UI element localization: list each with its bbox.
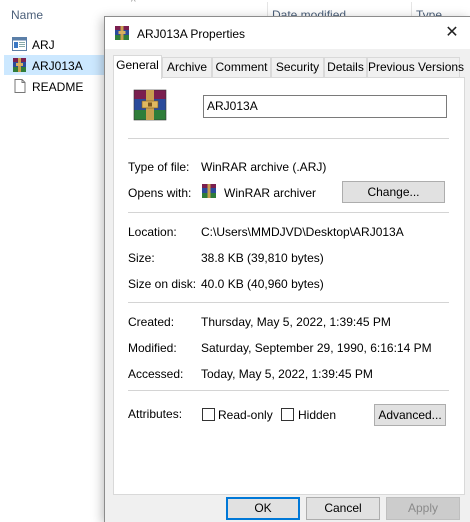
apply-button[interactable]: Apply	[386, 497, 460, 520]
attributes-label: Attributes:	[128, 407, 183, 421]
accessed-label: Accessed:	[128, 367, 184, 381]
hidden-label[interactable]: Hidden	[298, 408, 336, 422]
ok-button[interactable]: OK	[226, 497, 300, 520]
size-label: Size:	[128, 251, 155, 265]
filename-input[interactable]: ARJ013A	[203, 95, 447, 118]
blank-document-icon	[14, 79, 26, 93]
type-of-file-label: Type of file:	[128, 160, 190, 174]
size-on-disk-label: Size on disk:	[128, 277, 197, 291]
file-item-readme[interactable]: README	[4, 76, 104, 96]
window-file-icon	[12, 37, 27, 51]
type-of-file-value: WinRAR archive (.ARJ)	[201, 160, 327, 174]
created-label: Created:	[128, 315, 175, 329]
readonly-label[interactable]: Read-only	[218, 408, 273, 422]
close-button[interactable]: ✕	[437, 20, 467, 46]
tab-general[interactable]: General	[113, 55, 162, 79]
hidden-checkbox[interactable]	[281, 408, 294, 421]
general-tab-panel: ARJ013A Type of file: WinRAR archive (.A…	[113, 77, 465, 495]
file-item-arj013a[interactable]: ARJ013A	[4, 55, 104, 75]
created-value: Thursday, May 5, 2022, 1:39:45 PM	[201, 315, 391, 329]
tab-comment[interactable]: Comment	[212, 57, 271, 77]
modified-value: Saturday, September 29, 1990, 6:16:14 PM	[201, 341, 432, 355]
location-value: C:\Users\MMDJVD\Desktop\ARJ013A	[201, 225, 404, 239]
accessed-value: Today, May 5, 2022, 1:39:45 PM	[201, 367, 373, 381]
winrar-archive-icon	[115, 26, 129, 40]
location-label: Location:	[128, 225, 177, 239]
divider	[128, 302, 449, 303]
divider	[128, 138, 449, 139]
opens-with-value: WinRAR archiver	[224, 186, 317, 200]
file-label: ARJ013A	[32, 59, 83, 73]
winrar-archive-large-icon	[133, 89, 167, 121]
sort-up-icon: ^	[131, 0, 136, 8]
size-on-disk-value: 40.0 KB (40,960 bytes)	[201, 277, 324, 291]
tab-archive[interactable]: Archive	[162, 57, 212, 77]
advanced-button[interactable]: Advanced...	[374, 404, 446, 426]
readonly-checkbox[interactable]	[202, 408, 215, 421]
winrar-app-icon	[202, 184, 216, 198]
column-name[interactable]: Name	[11, 8, 43, 22]
modified-label: Modified:	[128, 341, 177, 355]
tab-details[interactable]: Details	[324, 57, 367, 77]
title-bar[interactable]: ARJ013A Properties ✕	[105, 17, 470, 49]
change-button[interactable]: Change...	[342, 181, 445, 203]
dialog-title: ARJ013A Properties	[137, 27, 246, 41]
tab-previous-versions[interactable]: Previous Versions	[367, 57, 464, 77]
properties-dialog: ARJ013A Properties ✕ General Archive Com…	[104, 16, 470, 522]
divider	[128, 212, 449, 213]
file-label: ARJ	[32, 38, 55, 52]
file-label: README	[32, 80, 84, 94]
divider	[128, 390, 449, 391]
file-item-arj[interactable]: ARJ	[4, 34, 104, 54]
close-icon: ✕	[445, 24, 459, 41]
size-value: 38.8 KB (39,810 bytes)	[201, 251, 324, 265]
opens-with-label: Opens with:	[128, 186, 192, 200]
cancel-button[interactable]: Cancel	[306, 497, 380, 520]
winrar-archive-icon	[13, 58, 26, 72]
tab-security[interactable]: Security	[271, 57, 324, 77]
